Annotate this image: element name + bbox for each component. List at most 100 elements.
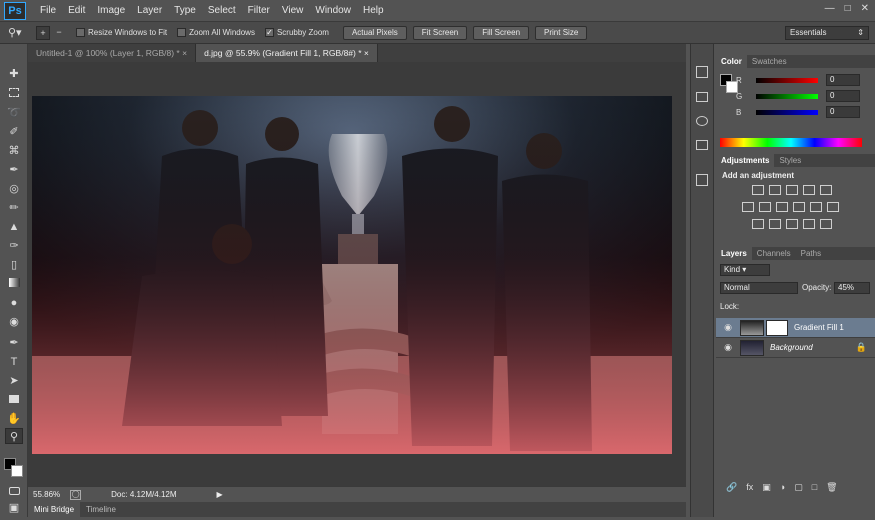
visibility-eye-icon[interactable]: ◉ <box>722 342 734 353</box>
layer-style-icon[interactable]: fx <box>746 482 753 498</box>
workspace-select[interactable]: Essentials ⇕ <box>785 26 869 40</box>
zoom-all-windows-checkbox[interactable]: Zoom All Windows <box>177 28 255 37</box>
delete-layer-icon[interactable]: 🗑 <box>826 482 837 498</box>
share-icon[interactable]: ◯ <box>70 489 82 500</box>
tab-paths[interactable]: Paths <box>796 247 826 260</box>
brush-tool-icon[interactable]: ✏ <box>5 200 23 216</box>
close-button[interactable]: ✕ <box>861 3 869 14</box>
quick-select-tool-icon[interactable]: ✐ <box>5 124 23 140</box>
quick-mask-icon[interactable] <box>5 484 23 500</box>
zoom-in-icon[interactable]: + <box>36 25 50 40</box>
visibility-eye-icon[interactable]: ◉ <box>722 322 734 333</box>
character-panel-icon[interactable] <box>696 174 708 186</box>
layer-row-gradient-fill[interactable]: ◉ Gradient Fill 1 <box>716 318 875 338</box>
zoom-tool-icon[interactable]: ⚲ <box>5 428 23 444</box>
pen-tool-icon[interactable]: ✒ <box>5 335 23 351</box>
green-value-field[interactable]: 0 <box>826 90 860 102</box>
menu-view[interactable]: View <box>276 0 310 22</box>
tab-color[interactable]: Color <box>716 55 747 68</box>
layer-mask-thumbnail[interactable] <box>766 319 788 336</box>
menu-window[interactable]: Window <box>309 0 357 22</box>
gradient-map-icon[interactable] <box>803 219 815 229</box>
history-panel-icon[interactable] <box>696 66 708 78</box>
brightness-contrast-icon[interactable] <box>752 185 764 195</box>
crop-tool-icon[interactable]: ⌘ <box>5 143 23 159</box>
photo-filter-icon[interactable] <box>793 202 805 212</box>
curves-icon[interactable] <box>786 185 798 195</box>
new-layer-icon[interactable]: □ <box>812 482 817 498</box>
eraser-tool-icon[interactable]: ▯ <box>5 257 23 273</box>
hue-saturation-icon[interactable] <box>742 202 754 212</box>
maximize-button[interactable]: □ <box>845 3 851 14</box>
zoom-tool-icon[interactable]: ⚲▾ <box>8 26 28 39</box>
menu-type[interactable]: Type <box>168 0 202 22</box>
tab-layers[interactable]: Layers <box>716 247 752 260</box>
scrubby-zoom-checkbox[interactable]: ✓ Scrubby Zoom <box>264 28 329 37</box>
document-image[interactable] <box>32 96 672 454</box>
zoom-level[interactable]: 55.86% <box>33 490 60 499</box>
layer-name[interactable]: Gradient Fill 1 <box>794 323 844 332</box>
info-panel-icon[interactable] <box>696 140 708 150</box>
levels-icon[interactable] <box>769 185 781 195</box>
vibrance-icon[interactable] <box>820 185 832 195</box>
tab-channels[interactable]: Channels <box>752 247 796 260</box>
zoom-out-icon[interactable]: − <box>52 26 66 40</box>
fit-screen-button[interactable]: Fit Screen <box>412 25 468 40</box>
menu-edit[interactable]: Edit <box>62 0 91 22</box>
dodge-tool-icon[interactable]: ◉ <box>5 314 23 330</box>
marquee-tool-icon[interactable] <box>5 86 23 102</box>
tab-untitled-1[interactable]: Untitled-1 @ 100% (Layer 1, RGB/8) * × <box>28 44 197 62</box>
tab-timeline[interactable]: Timeline <box>80 502 122 517</box>
clone-stamp-tool-icon[interactable]: ▲ <box>5 219 23 235</box>
menu-select[interactable]: Select <box>202 0 242 22</box>
tab-styles[interactable]: Styles <box>774 154 806 167</box>
rectangle-tool-icon[interactable] <box>5 392 23 408</box>
add-mask-icon[interactable]: ▣ <box>762 482 771 498</box>
blend-mode-select[interactable]: Normal <box>720 282 798 294</box>
exposure-icon[interactable] <box>803 185 815 195</box>
menu-help[interactable]: Help <box>357 0 390 22</box>
layer-name[interactable]: Background <box>770 343 813 352</box>
minimize-button[interactable]: — <box>825 3 835 14</box>
menu-file[interactable]: File <box>34 0 62 22</box>
blur-tool-icon[interactable]: ● <box>5 295 23 311</box>
path-select-tool-icon[interactable]: ➤ <box>5 373 23 389</box>
actions-panel-icon[interactable] <box>696 116 708 126</box>
move-tool-icon[interactable]: ✚ <box>5 66 23 82</box>
lasso-tool-icon[interactable]: ➰ <box>5 105 23 121</box>
blue-value-field[interactable]: 0 <box>826 106 860 118</box>
tab-d-jpg[interactable]: d.jpg @ 55.9% (Gradient Fill 1, RGB/8#) … <box>196 44 378 62</box>
threshold-icon[interactable] <box>786 219 798 229</box>
type-tool-icon[interactable]: T <box>5 354 23 370</box>
menu-layer[interactable]: Layer <box>131 0 168 22</box>
red-slider[interactable] <box>756 77 818 83</box>
invert-icon[interactable] <box>752 219 764 229</box>
background-color-swatch[interactable] <box>11 465 23 477</box>
layer-row-background[interactable]: ◉ Background 🔒 <box>716 338 875 358</box>
selective-color-icon[interactable] <box>820 219 832 229</box>
actual-pixels-button[interactable]: Actual Pixels <box>342 25 407 40</box>
color-spectrum-bar[interactable] <box>720 138 862 147</box>
layer-filter-select[interactable]: Kind ▾ <box>720 264 770 276</box>
new-adjustment-icon[interactable]: ◑ <box>780 482 785 498</box>
healing-brush-tool-icon[interactable]: ◎ <box>5 181 23 197</box>
menu-filter[interactable]: Filter <box>242 0 276 22</box>
new-group-icon[interactable]: ▢ <box>794 482 803 498</box>
green-slider[interactable] <box>756 93 818 99</box>
fill-screen-button[interactable]: Fill Screen <box>473 25 530 40</box>
history-brush-tool-icon[interactable]: ✑ <box>5 238 23 254</box>
color-lookup-icon[interactable] <box>827 202 839 212</box>
hand-tool-icon[interactable]: ✋ <box>5 411 23 427</box>
channel-mixer-icon[interactable] <box>810 202 822 212</box>
tab-adjustments[interactable]: Adjustments <box>716 154 775 167</box>
link-layers-icon[interactable]: 🔗 <box>726 482 737 498</box>
color-balance-icon[interactable] <box>759 202 771 212</box>
canvas-area[interactable] <box>28 62 686 486</box>
menu-image[interactable]: Image <box>91 0 131 22</box>
resize-windows-checkbox[interactable]: Resize Windows to Fit <box>76 28 167 37</box>
print-size-button[interactable]: Print Size <box>535 25 588 40</box>
gradient-tool-icon[interactable] <box>5 276 23 292</box>
blue-slider[interactable] <box>756 109 818 115</box>
black-white-icon[interactable] <box>776 202 788 212</box>
status-menu-arrow-icon[interactable]: ▶ <box>217 490 223 499</box>
